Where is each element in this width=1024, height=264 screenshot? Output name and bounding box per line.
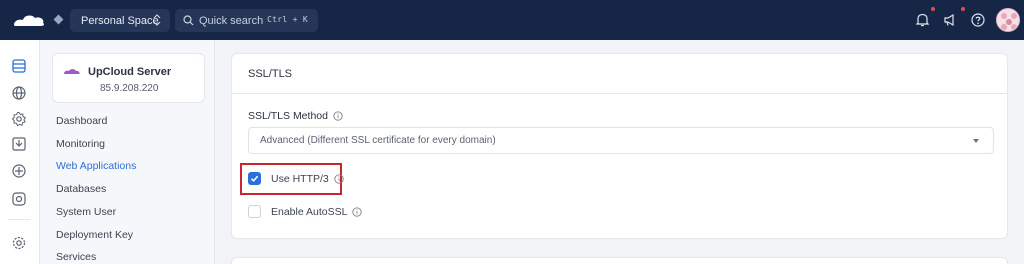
integrations-icon[interactable] bbox=[11, 191, 27, 207]
next-section-card bbox=[231, 257, 1008, 264]
info-icon[interactable] bbox=[352, 206, 363, 217]
info-icon[interactable] bbox=[334, 173, 344, 184]
announcement-dot bbox=[961, 7, 965, 11]
rail-divider bbox=[8, 219, 30, 220]
autossl-checkbox[interactable] bbox=[248, 205, 261, 218]
globe-icon[interactable] bbox=[11, 85, 27, 101]
info-icon[interactable] bbox=[333, 111, 343, 121]
section-title: SSL/TLS bbox=[248, 68, 293, 80]
space-switcher-label: Personal Space bbox=[81, 14, 159, 27]
ssl-method-label-text: SSL/TLS Method bbox=[248, 110, 328, 122]
sidebar-item-system-user[interactable]: System User bbox=[56, 206, 116, 218]
http3-checkbox[interactable] bbox=[248, 172, 261, 185]
help-icon bbox=[971, 13, 985, 27]
server-logo-icon bbox=[64, 69, 80, 74]
space-switcher-button[interactable]: Personal Space bbox=[70, 9, 170, 32]
search-icon bbox=[183, 15, 194, 26]
sidebar-item-web-applications[interactable]: Web Applications bbox=[56, 160, 136, 172]
ssl-method-label: SSL/TLS Method bbox=[248, 110, 343, 122]
preferences-icon[interactable] bbox=[11, 235, 27, 251]
network-icon[interactable] bbox=[11, 163, 27, 179]
search-placeholder: Quick search bbox=[199, 14, 264, 27]
sidebar-item-databases[interactable]: Databases bbox=[56, 183, 106, 195]
checkmark-icon bbox=[250, 175, 259, 182]
bell-icon bbox=[915, 13, 929, 27]
ssl-method-select[interactable]: Advanced (Different SSL certificate for … bbox=[248, 127, 994, 154]
sidebar-item-services[interactable]: Services bbox=[56, 251, 96, 263]
sidebar-item-deployment-key[interactable]: Deployment Key bbox=[56, 229, 133, 241]
separator-diamond-icon bbox=[53, 14, 64, 25]
http3-label: Use HTTP/3 bbox=[271, 172, 329, 185]
server-ip: 85.9.208.220 bbox=[100, 83, 159, 94]
http3-option[interactable]: Use HTTP/3 bbox=[248, 172, 344, 185]
top-navigation-bar: Personal Space Quick search Ctrl + K bbox=[0, 0, 1024, 40]
sidebar-item-monitoring[interactable]: Monitoring bbox=[56, 138, 105, 150]
sidebar-item-dashboard[interactable]: Dashboard bbox=[56, 115, 107, 127]
user-avatar[interactable] bbox=[996, 8, 1020, 32]
servers-icon[interactable] bbox=[11, 58, 27, 74]
backup-icon[interactable] bbox=[11, 136, 27, 152]
caret-down-icon bbox=[973, 139, 979, 143]
card-divider bbox=[231, 93, 1008, 94]
ssl-card-header: SSL/TLS bbox=[231, 53, 1008, 93]
server-name: UpCloud Server bbox=[88, 66, 172, 78]
cloud-logo-icon[interactable] bbox=[12, 11, 46, 29]
search-shortcut: Ctrl + K bbox=[267, 15, 308, 24]
chevron-updown-icon bbox=[153, 14, 161, 26]
settings-gear-icon[interactable] bbox=[11, 111, 27, 127]
avatar-pattern-icon bbox=[1001, 13, 1017, 30]
megaphone-icon bbox=[944, 13, 954, 27]
server-card[interactable]: UpCloud Server 85.9.208.220 bbox=[52, 53, 205, 103]
help-button[interactable] bbox=[967, 9, 989, 31]
notifications-button[interactable] bbox=[911, 9, 933, 31]
server-sidebar: UpCloud Server 85.9.208.220 Dashboard Mo… bbox=[40, 40, 215, 264]
announcements-button[interactable] bbox=[939, 9, 961, 31]
quick-search-input[interactable]: Quick search Ctrl + K bbox=[175, 9, 318, 32]
autossl-option[interactable]: Enable AutoSSL bbox=[248, 205, 363, 218]
notification-dot bbox=[931, 7, 935, 11]
autossl-label: Enable AutoSSL bbox=[271, 205, 348, 218]
main-icon-rail bbox=[0, 40, 40, 264]
ssl-method-value: Advanced (Different SSL certificate for … bbox=[260, 135, 496, 146]
